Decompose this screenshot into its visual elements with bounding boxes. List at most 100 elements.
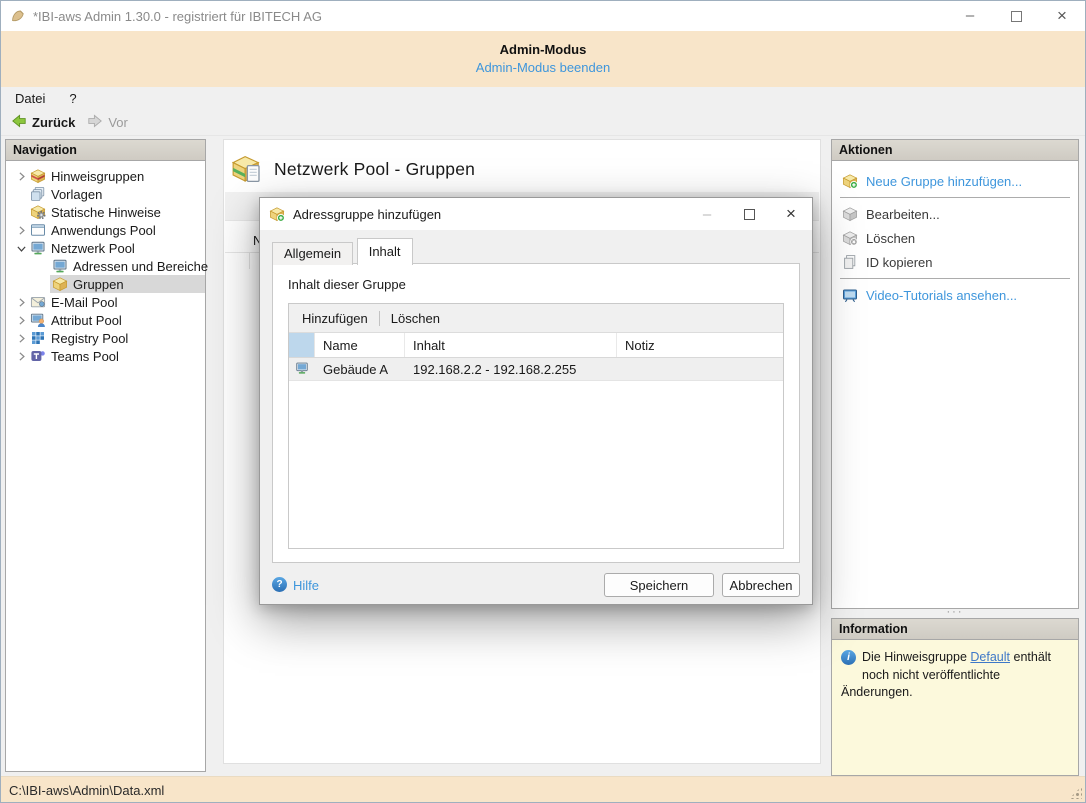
action-video-tutorials[interactable]: Video-Tutorials ansehen...: [832, 283, 1078, 307]
save-button[interactable]: Speichern: [604, 573, 714, 597]
table-header-row: Name Inhalt Notiz: [289, 333, 783, 358]
maximize-button[interactable]: [993, 1, 1039, 31]
table-row[interactable]: Gebäude A 192.168.2.2 - 192.168.2.255: [289, 358, 783, 381]
help-icon: [272, 577, 287, 592]
nav-item-adressen-und-bereiche[interactable]: Adressen und Bereiche: [6, 257, 208, 275]
copy-pages-icon: [842, 254, 858, 270]
nav-item-anwendungs-pool[interactable]: Anwendungs Pool: [6, 221, 205, 239]
cube-x-icon: [842, 230, 858, 246]
information-header: Information: [831, 618, 1079, 639]
expander-icon[interactable]: [14, 223, 28, 237]
registry-grid-icon: [30, 330, 46, 346]
nav-toolbar: Zurück Vor: [1, 110, 1085, 136]
cancel-button[interactable]: Abbrechen: [722, 573, 800, 597]
navigation-panel: Navigation Hinweisgruppen Vorlagen Stati…: [5, 139, 208, 772]
tab-inhalt[interactable]: Inhalt: [356, 238, 413, 265]
app-window: *IBI-aws Admin 1.30.0 - registriert für …: [0, 0, 1086, 803]
navigation-header: Navigation: [5, 139, 206, 160]
back-button[interactable]: Zurück: [5, 111, 81, 134]
notice-group-cube-icon: [30, 168, 46, 184]
application-window-icon: [30, 222, 46, 238]
separator: [840, 197, 1070, 198]
cube-gray-icon: [842, 206, 858, 222]
nav-item-teams-pool[interactable]: Teams Pool: [6, 347, 205, 365]
menu-bar: Datei ?: [1, 87, 1085, 110]
toolbar-divider: [378, 310, 380, 326]
information-text: Die Hinweisgruppe Default enthält noch n…: [841, 650, 1052, 699]
attribute-user-icon: [30, 312, 46, 328]
back-arrow-icon: [11, 113, 27, 132]
address-monitor-icon: [52, 258, 68, 274]
panel-splitter[interactable]: ···: [831, 606, 1079, 618]
nav-item-vorlagen[interactable]: Vorlagen: [6, 185, 205, 203]
nav-item-netzwerk-pool[interactable]: Netzwerk Pool: [6, 239, 205, 257]
teams-icon: [30, 348, 46, 364]
dialog-tab-page: Inhalt dieser Gruppe Hinzufügen Löschen …: [272, 263, 800, 563]
dialog-minimize-button[interactable]: –: [686, 198, 728, 230]
nav-item-registry-pool[interactable]: Registry Pool: [6, 329, 205, 347]
dialog-close-button[interactable]: ×: [770, 198, 812, 230]
column-header-name[interactable]: Name: [315, 333, 405, 357]
information-panel: Information Die Hinweisgruppe Default en…: [831, 618, 1079, 776]
tab-allgemein[interactable]: Allgemein: [272, 242, 354, 265]
maximize-icon: [743, 208, 755, 220]
admin-mode-exit-link[interactable]: Admin-Modus beenden: [1, 60, 1085, 75]
expander-icon[interactable]: [14, 169, 28, 183]
navigation-tree: Hinweisgruppen Vorlagen Statische Hinwei…: [5, 160, 208, 772]
window-title: *IBI-aws Admin 1.30.0 - registriert für …: [33, 8, 322, 24]
cube-plus-icon: [842, 173, 858, 189]
column-header-notiz[interactable]: Notiz: [617, 333, 783, 357]
help-link[interactable]: Hilfe: [272, 576, 596, 594]
dialog-footer: Hilfe Speichern Abbrechen: [260, 563, 812, 607]
nav-item-email-pool[interactable]: E-Mail Pool: [6, 293, 205, 311]
background-column-separator: [249, 253, 250, 269]
forward-arrow-icon: [87, 113, 103, 132]
expander-icon[interactable]: [14, 295, 28, 309]
info-icon: [841, 650, 856, 665]
address-monitor-icon: [295, 361, 309, 378]
separator: [840, 278, 1070, 279]
actions-panel: Aktionen Neue Gruppe hinzufügen... Bearb…: [831, 139, 1079, 609]
dialog-maximize-button[interactable]: [728, 198, 770, 230]
action-delete[interactable]: Löschen: [832, 226, 1078, 250]
nav-item-gruppen[interactable]: Gruppen: [6, 275, 205, 293]
expander-icon[interactable]: [14, 241, 28, 255]
selection-column-header[interactable]: [289, 333, 315, 357]
close-button[interactable]: ×: [1039, 1, 1085, 31]
section-label: Inhalt dieser Gruppe: [288, 277, 406, 292]
group-content-table: Hinzufügen Löschen Name Inhalt Notiz Geb…: [288, 303, 784, 549]
row-name-cell: Gebäude A: [323, 361, 389, 377]
admin-mode-banner: Admin-Modus Admin-Modus beenden: [1, 31, 1085, 87]
nav-item-statische-hinweise[interactable]: Statische Hinweise: [6, 203, 205, 221]
app-icon: [10, 8, 26, 24]
tv-icon: [842, 287, 858, 303]
delete-entry-button[interactable]: Löschen: [382, 307, 449, 330]
default-group-link[interactable]: Default: [970, 650, 1010, 664]
menu-datei[interactable]: Datei: [5, 88, 55, 109]
row-notiz-cell: [617, 358, 783, 380]
nav-item-attribut-pool[interactable]: Attribut Pool: [6, 311, 205, 329]
add-address-group-dialog: Adressgruppe hinzufügen – × Allgemein In…: [259, 197, 813, 605]
add-entry-button[interactable]: Hinzufügen: [293, 307, 377, 330]
minimize-button[interactable]: –: [947, 1, 993, 31]
cube-page-icon: [232, 154, 262, 184]
action-edit[interactable]: Bearbeiten...: [832, 202, 1078, 226]
network-monitor-icon: [30, 240, 46, 256]
action-copy-id[interactable]: ID kopieren: [832, 250, 1078, 274]
action-new-group[interactable]: Neue Gruppe hinzufügen...: [832, 169, 1078, 193]
nav-item-hinweisgruppen[interactable]: Hinweisgruppen: [6, 167, 205, 185]
main-area: Navigation Hinweisgruppen Vorlagen Stati…: [1, 136, 1085, 776]
email-envelope-icon: [30, 294, 46, 310]
row-inhalt-cell: 192.168.2.2 - 192.168.2.255: [413, 361, 577, 377]
maximize-icon: [1010, 10, 1022, 22]
admin-mode-title: Admin-Modus: [499, 42, 587, 57]
dialog-title: Adressgruppe hinzufügen: [293, 206, 442, 222]
dialog-tabstrip: Allgemein Inhalt: [260, 230, 812, 265]
templates-stack-icon: [30, 186, 46, 202]
expander-icon[interactable]: [14, 313, 28, 327]
forward-button[interactable]: Vor: [81, 111, 134, 134]
expander-icon[interactable]: [14, 349, 28, 363]
column-header-inhalt[interactable]: Inhalt: [405, 333, 617, 357]
menu-help[interactable]: ?: [59, 88, 86, 109]
expander-icon[interactable]: [14, 331, 28, 345]
